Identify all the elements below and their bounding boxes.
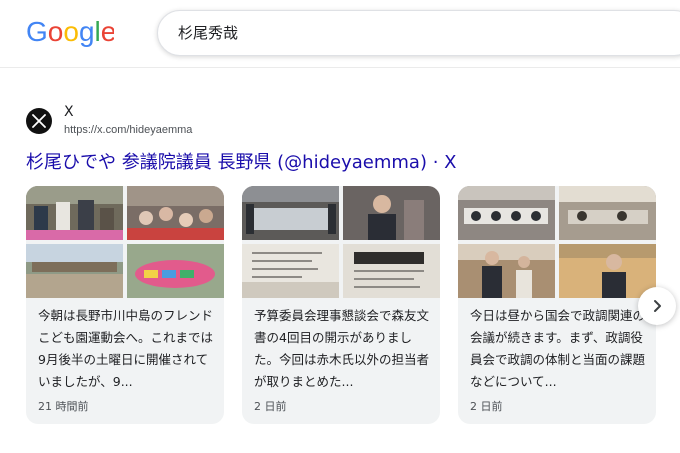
google-logo[interactable]: Google	[26, 16, 114, 48]
post-carousel: 今朝は長野市川中島のフレンドこども園運動会へ。これまでは9月後半の土曜日に開催さ…	[26, 186, 680, 424]
post-card[interactable]: 今日は昼から国会で政調関連の会議が続きます。まず、政調役員会で政調の体制と当面の…	[458, 186, 656, 424]
post-snippet: 予算委員会理事懇談会で森友文書の4回目の開示がありました。今回は赤木氏以外の担当…	[254, 308, 430, 389]
search-box[interactable]	[157, 10, 680, 56]
post-card[interactable]: 今朝は長野市川中島のフレンドこども園運動会へ。これまでは9月後半の土曜日に開催さ…	[26, 186, 224, 424]
post-thumbnail	[242, 186, 440, 298]
post-snippet: 今日は昼から国会で政調関連の会議が続きます。まず、政調役員会で政調の体制と当面の…	[470, 308, 646, 389]
post-time: 2 日前	[254, 400, 287, 413]
post-thumbnail	[458, 186, 656, 298]
post-snippet: 今朝は長野市川中島のフレンドこども園運動会へ。これまでは9月後半の土曜日に開催さ…	[38, 308, 214, 389]
search-result: X https://x.com/hideyaemma 杉尾ひでや 参議院議員 長…	[26, 104, 680, 424]
search-input[interactable]	[178, 23, 618, 41]
result-title-link[interactable]: 杉尾ひでや 参議院議員 長野県 (@hideyaemma) · X	[26, 148, 456, 174]
x-logo-icon	[26, 108, 52, 134]
site-row[interactable]: X https://x.com/hideyaemma	[26, 104, 680, 140]
post-thumbnail	[26, 186, 224, 298]
post-time: 21 時間前	[38, 400, 89, 413]
post-card[interactable]: 予算委員会理事懇談会で森友文書の4回目の開示がありました。今回は赤木氏以外の担当…	[242, 186, 440, 424]
site-name: X	[64, 104, 74, 120]
site-url: https://x.com/hideyaemma	[64, 124, 193, 136]
carousel-next-button[interactable]	[638, 287, 676, 325]
chevron-right-icon	[654, 300, 661, 312]
svg-text:Google: Google	[26, 16, 114, 47]
post-time: 2 日前	[470, 400, 503, 413]
header-bar: Google	[0, 0, 680, 68]
